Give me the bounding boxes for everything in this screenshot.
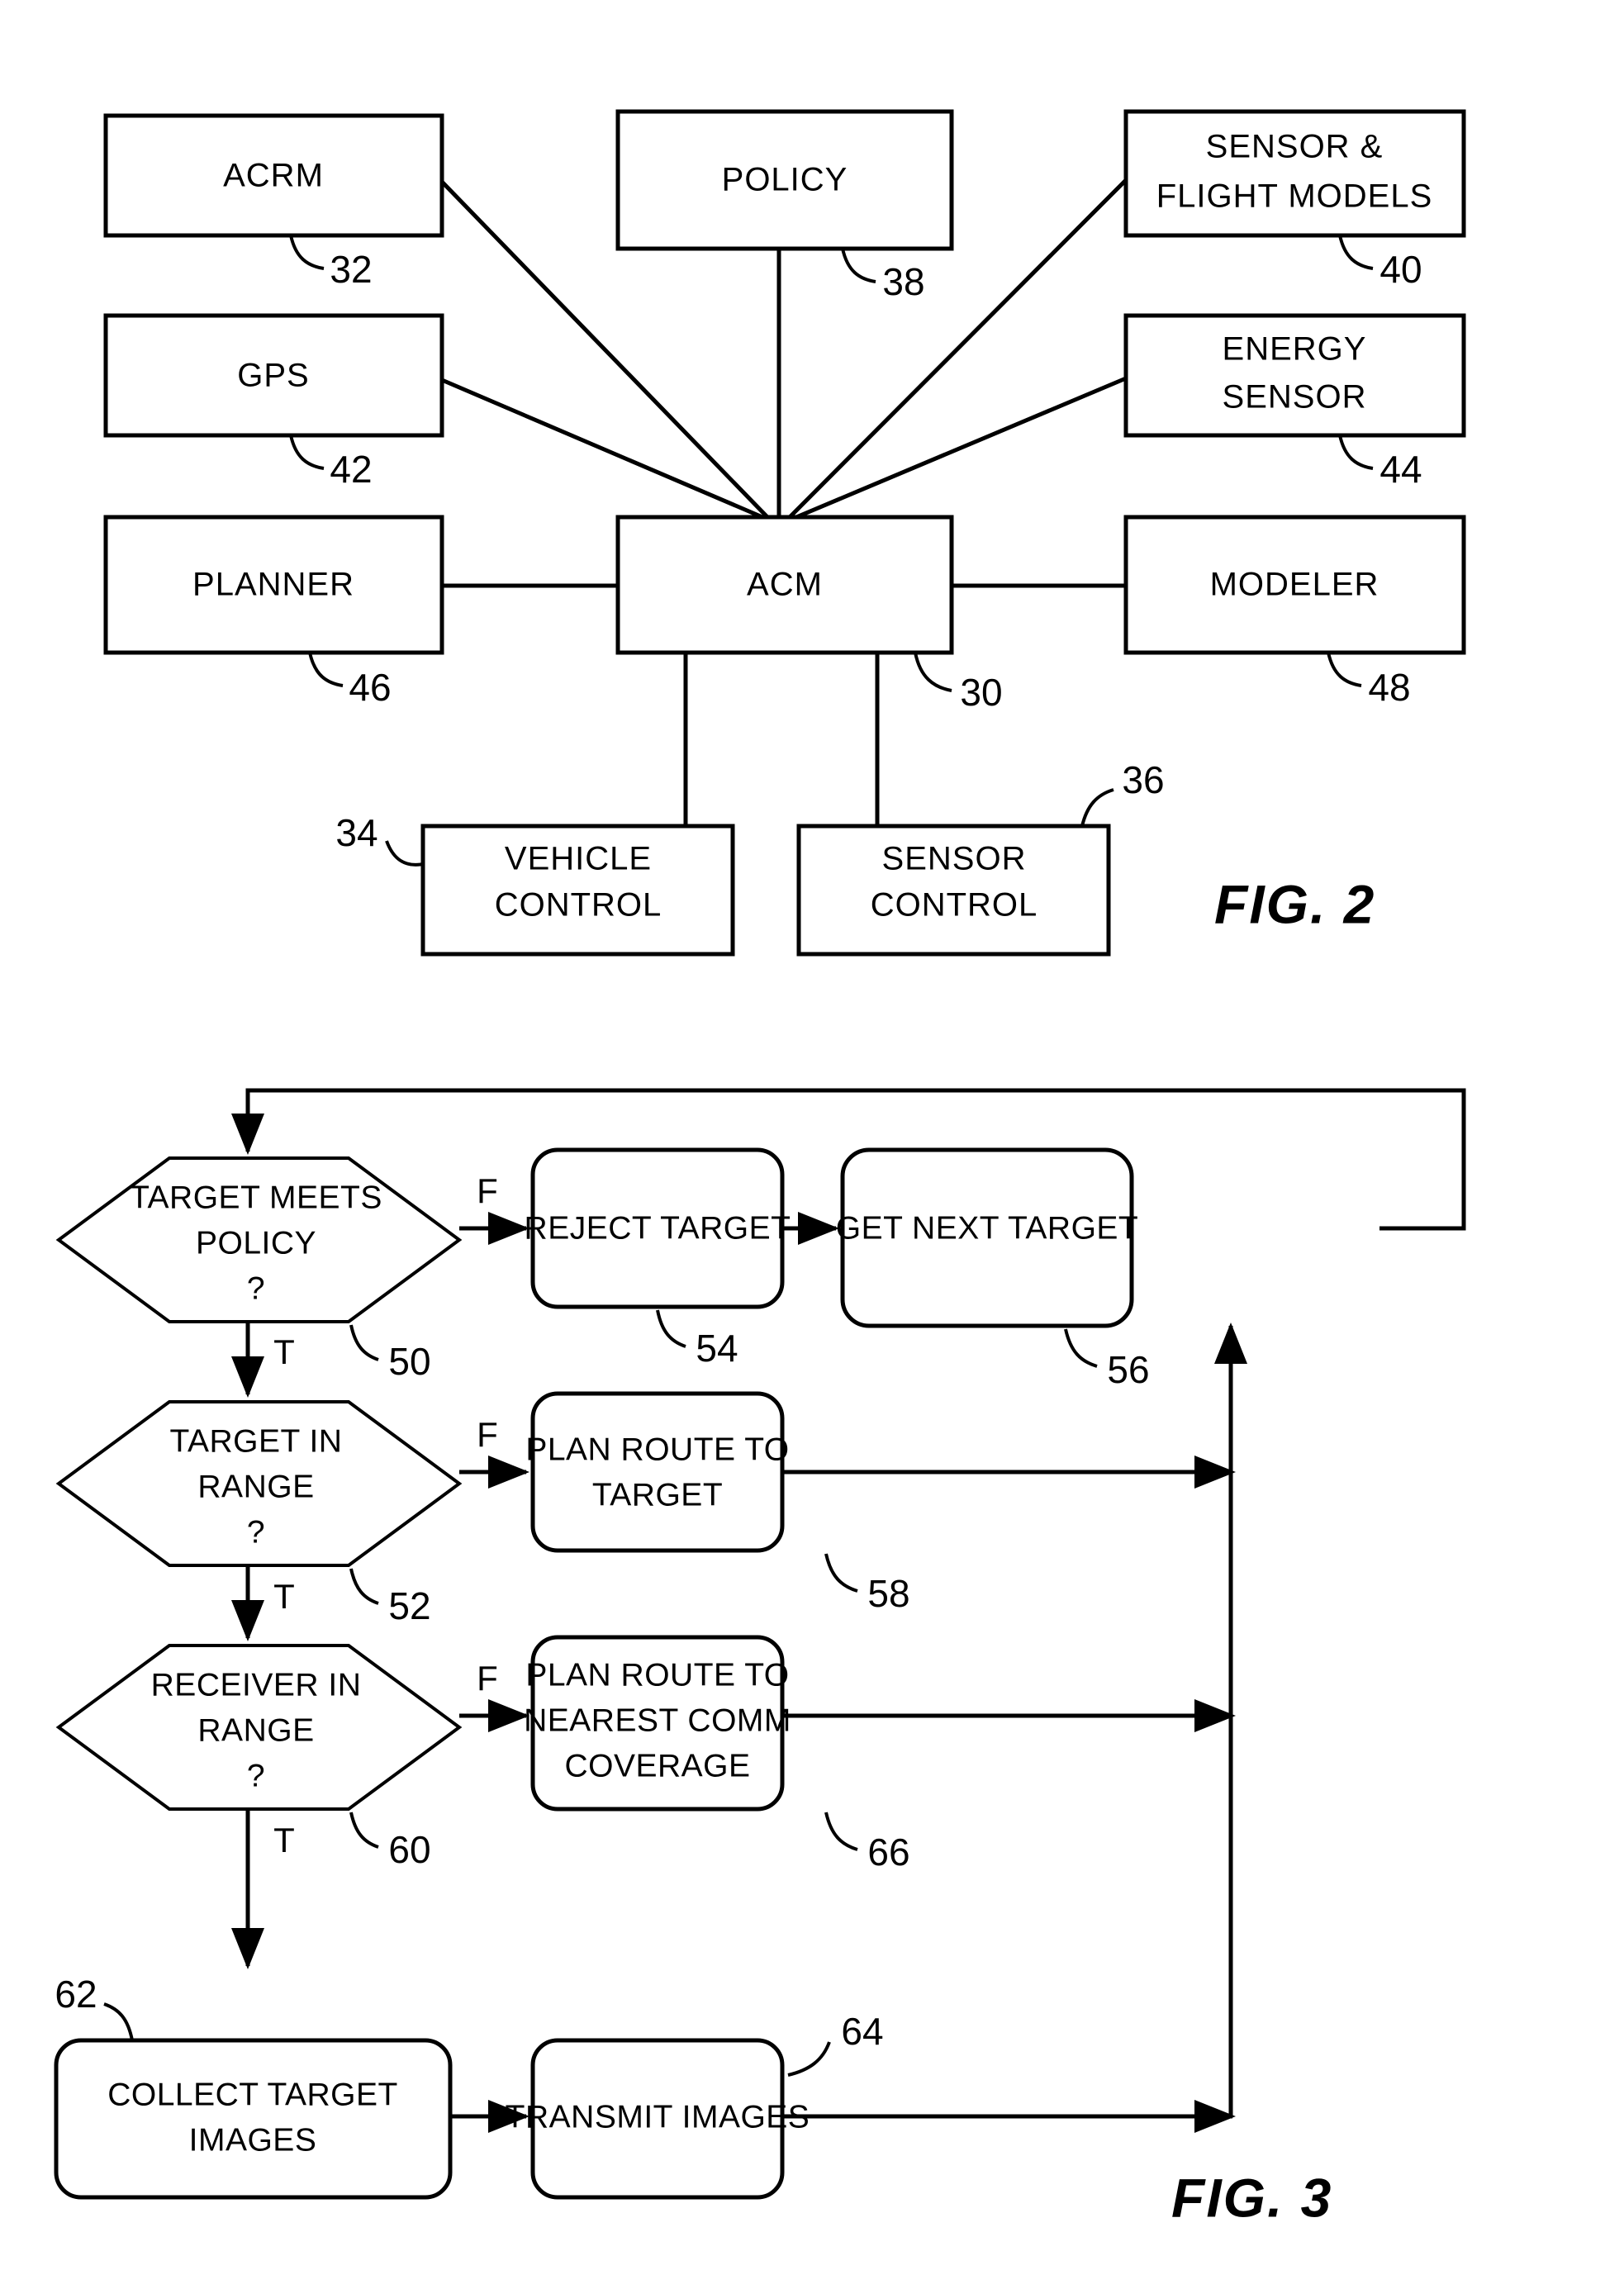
plan-route-nearest-comm-label-line1: PLAN ROUTE TO <box>525 1657 789 1693</box>
sensor-flight-models-label-line1: SENSOR & <box>1206 129 1384 165</box>
modeler-label: MODELER <box>1210 567 1379 603</box>
branch-label-false-50: F <box>477 1171 498 1210</box>
reject-target-label: REJECT TARGET <box>525 1210 791 1246</box>
acrm-label: ACRM <box>223 158 324 194</box>
modeler-ref-number: 48 <box>1368 666 1410 709</box>
target-in-range-label-line2: RANGE <box>197 1469 314 1504</box>
plan-route-to-target-box[interactable] <box>530 1391 785 1553</box>
acm-label: ACM <box>747 567 823 603</box>
sensor-control-ref-number: 36 <box>1122 758 1164 801</box>
gps-ref-number: 42 <box>330 448 372 491</box>
acrm-ref-number: 32 <box>330 248 372 291</box>
patent-drawing-sheet: ACRM 32 POLICY 38 SENSOR & FLIGHT MODELS… <box>0 0 1624 2289</box>
collect-target-images-box[interactable] <box>54 2038 453 2200</box>
receiver-in-range-label-line1: RECEIVER IN <box>151 1667 362 1703</box>
target-in-range-label-line3: ? <box>247 1514 265 1550</box>
planner-label: PLANNER <box>192 567 354 603</box>
energy-sensor-label-line1: ENERGY <box>1223 331 1367 368</box>
transmit-images-label: TRANSMIT IMAGES <box>506 2099 810 2135</box>
node54-ref-number: 54 <box>696 1327 738 1370</box>
node66-ref-number: 66 <box>867 1831 909 1873</box>
sensor-flight-models-ref-number: 40 <box>1379 248 1422 291</box>
target-in-range-label-line1: TARGET IN <box>170 1423 343 1459</box>
node56-ref-number: 56 <box>1107 1348 1149 1391</box>
energy-sensor-label-line2: SENSOR <box>1223 379 1367 416</box>
policy-ref-number: 38 <box>882 260 924 303</box>
branch-label-true-50: T <box>273 1332 295 1371</box>
receiver-in-range-label-line2: RANGE <box>197 1712 314 1748</box>
figure-3-caption: FIG. 3 <box>1171 2167 1332 2228</box>
node64-ref-number: 64 <box>841 2010 883 2053</box>
target-meets-policy-label-line3: ? <box>247 1270 265 1306</box>
vehicle-control-label-line2: CONTROL <box>495 887 662 924</box>
branch-label-false-52: F <box>477 1415 498 1454</box>
energy-sensor-ref-number: 44 <box>1379 448 1422 491</box>
plan-route-to-target-label-line1: PLAN ROUTE TO <box>525 1432 789 1467</box>
node52-ref-number: 52 <box>388 1584 430 1627</box>
target-meets-policy-label-line1: TARGET MEETS <box>130 1180 382 1215</box>
vehicle-control-ref-number: 34 <box>335 811 378 854</box>
planner-ref-number: 46 <box>349 666 391 709</box>
node58-ref-number: 58 <box>867 1572 909 1615</box>
node62-ref-number: 62 <box>55 1973 97 2016</box>
collect-target-images-label-line2: IMAGES <box>189 2122 317 2158</box>
node60-ref-number: 60 <box>388 1828 430 1871</box>
sensor-control-label-line2: CONTROL <box>871 887 1038 924</box>
target-meets-policy-label-line2: POLICY <box>196 1225 316 1261</box>
branch-label-true-52: T <box>273 1577 295 1616</box>
policy-label: POLICY <box>722 162 848 198</box>
branch-label-true-60: T <box>273 1821 295 1859</box>
sensor-flight-models-label-line2: FLIGHT MODELS <box>1156 178 1433 215</box>
vehicle-control-label-line1: VEHICLE <box>505 841 652 877</box>
receiver-in-range-label-line3: ? <box>247 1758 265 1793</box>
plan-route-nearest-comm-label-line2: NEAREST COMM <box>524 1703 791 1738</box>
node50-ref-number: 50 <box>388 1340 430 1383</box>
plan-route-nearest-comm-label-line3: COVERAGE <box>564 1748 750 1783</box>
collect-target-images-label-line1: COLLECT TARGET <box>107 2077 398 2112</box>
acm-ref-number: 30 <box>960 671 1002 714</box>
plan-route-to-target-label-line2: TARGET <box>592 1477 723 1513</box>
branch-label-false-60: F <box>477 1659 498 1698</box>
get-next-target-label: GET NEXT TARGET <box>836 1210 1139 1246</box>
gps-label: GPS <box>237 358 309 394</box>
figure-2-caption: FIG. 2 <box>1214 873 1375 934</box>
sensor-control-label-line1: SENSOR <box>882 841 1027 877</box>
